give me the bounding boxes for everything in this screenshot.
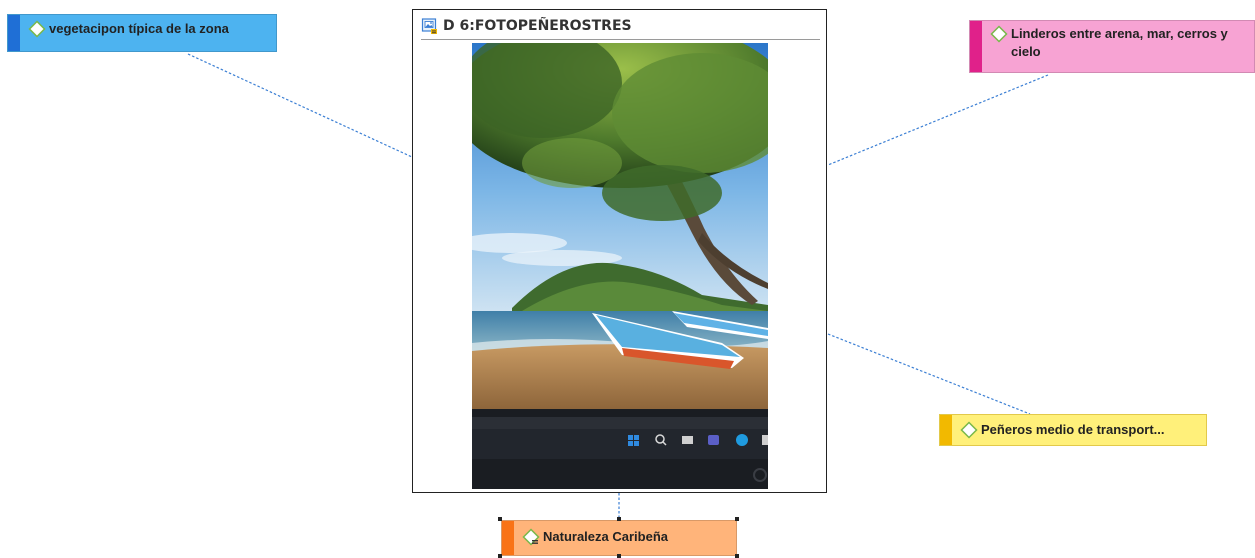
code-label: Linderos entre arena, mar, cerros y ciel… [1011,26,1228,59]
code-node-naturaleza[interactable]: Naturaleza Caribeña [501,520,737,556]
selection-handle[interactable] [498,554,502,558]
link-linderos [827,74,1049,166]
document-title: D 6:FOTOPEÑEROSTRES [443,18,632,34]
document-photo[interactable] [472,43,768,489]
code-color-stripe [8,15,20,51]
document-header: D 6:FOTOPEÑEROSTRES [421,13,820,40]
network-canvas[interactable]: vegetacipon típica de la zona Linderos e… [0,0,1255,558]
selection-handle[interactable] [735,554,739,558]
code-node-vegetacion[interactable]: vegetacipon típica de la zona [7,14,277,52]
code-diamond-icon [960,421,978,439]
link-vegetacion [187,53,413,158]
code-color-stripe [940,415,952,445]
link-peneros [827,333,1031,415]
code-color-stripe [970,21,982,72]
beach-photo-image [472,43,768,489]
code-node-linderos[interactable]: Linderos entre arena, mar, cerros y ciel… [969,20,1255,73]
code-label: vegetacipon típica de la zona [49,21,229,36]
selection-handle[interactable] [498,517,502,521]
code-diamond-icon [28,20,46,38]
code-diamond-icon [522,528,540,546]
document-node[interactable]: D 6:FOTOPEÑEROSTRES [412,9,827,493]
selection-handle[interactable] [617,554,621,558]
selection-handle[interactable] [735,517,739,521]
code-node-peneros[interactable]: Peñeros medio de transport... [939,414,1207,446]
edge-icon [736,434,748,446]
code-diamond-icon [990,25,1008,43]
selection-handle[interactable] [617,517,621,521]
code-label: Peñeros medio de transport... [981,422,1165,437]
file-explorer-icon [682,436,693,444]
code-label: Naturaleza Caribeña [543,529,668,544]
code-color-stripe [502,521,514,555]
image-document-icon [421,18,437,34]
teams-icon [708,435,719,445]
